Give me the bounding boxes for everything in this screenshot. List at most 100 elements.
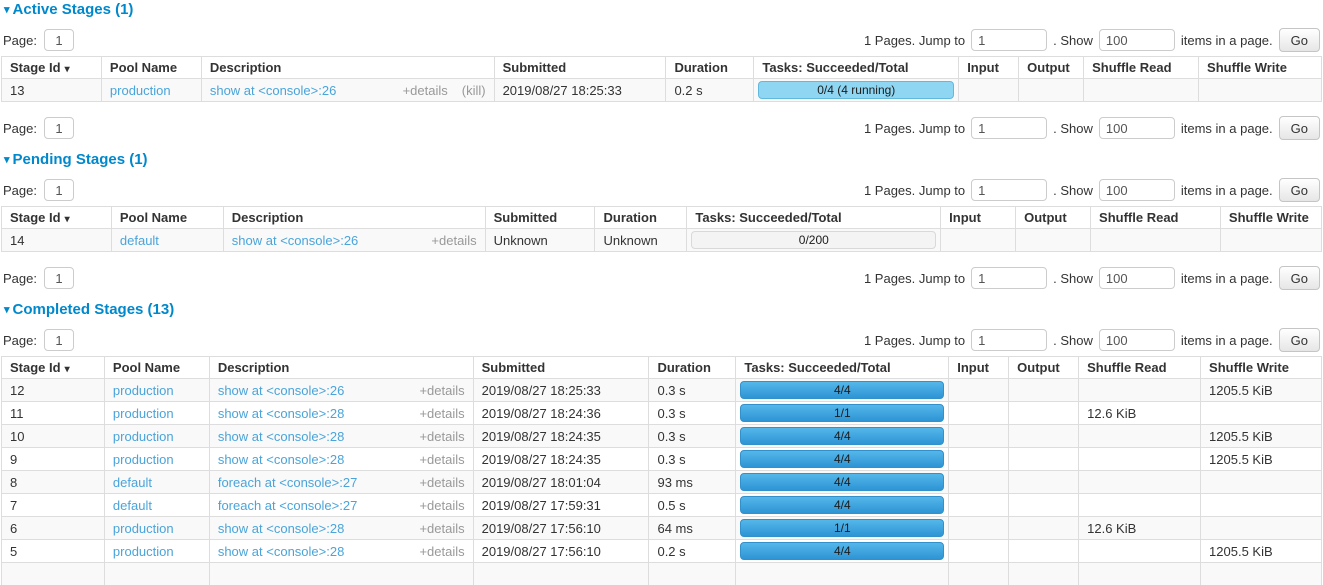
details-toggle[interactable]: +details [419, 406, 464, 421]
go-button[interactable]: Go [1279, 266, 1320, 290]
items-per-page-input[interactable] [1099, 267, 1175, 289]
go-button[interactable]: Go [1279, 28, 1320, 52]
page-number-input[interactable] [44, 117, 74, 139]
column-header-description[interactable]: Description [223, 207, 485, 229]
column-header-output[interactable]: Output [1019, 57, 1084, 79]
column-header-tasks-progress[interactable]: Tasks: Succeeded/Total [687, 207, 941, 229]
details-toggle[interactable]: +details [419, 521, 464, 536]
pool-name-link[interactable]: production [113, 544, 174, 559]
column-header-input[interactable]: Input [959, 57, 1019, 79]
details-toggle[interactable]: +details [431, 233, 476, 248]
description-link[interactable]: show at <console>:28 [218, 406, 344, 421]
column-header-shuffle-read[interactable]: Shuffle Read [1091, 207, 1221, 229]
kill-link[interactable]: (kill) [462, 83, 486, 98]
column-header-tasks-progress[interactable]: Tasks: Succeeded/Total [736, 357, 949, 379]
description-link[interactable]: show at <console>:28 [218, 521, 344, 536]
column-header-shuffle-read[interactable]: Shuffle Read [1084, 57, 1199, 79]
details-toggle[interactable]: +details [419, 544, 464, 559]
description-link[interactable]: show at <console>:28 [218, 544, 344, 559]
description-link[interactable]: show at <console>:28 [218, 429, 344, 444]
show-label: . Show [1053, 271, 1093, 286]
pool-name-link[interactable]: production [113, 406, 174, 421]
column-header-submitted[interactable]: Submitted [473, 357, 649, 379]
column-header-stage-id[interactable]: Stage Id▾ [2, 207, 112, 229]
pool-name-link[interactable]: default [120, 233, 159, 248]
shuffle-write-cell: 1205.5 KiB [1201, 425, 1322, 448]
description-link[interactable]: foreach at <console>:27 [218, 498, 358, 513]
stage-id-cell: 5 [2, 540, 105, 563]
details-toggle[interactable]: +details [419, 452, 464, 467]
section-header-completed-stages[interactable]: ▾Completed Stages (13) [4, 302, 1322, 318]
page-number-input[interactable] [44, 267, 74, 289]
description-link[interactable]: show at <console>:28 [218, 452, 344, 467]
column-header-submitted[interactable]: Submitted [494, 57, 666, 79]
page-number-input[interactable] [44, 329, 74, 351]
column-header-tasks-progress[interactable]: Tasks: Succeeded/Total [754, 57, 959, 79]
pool-name-link[interactable]: production [113, 383, 174, 398]
page-number-input[interactable] [44, 179, 74, 201]
pool-name-link[interactable]: production [110, 83, 171, 98]
items-per-page-input[interactable] [1099, 329, 1175, 351]
column-header-shuffle-write[interactable]: Shuffle Write [1220, 207, 1321, 229]
column-header-label: Shuffle Write [1207, 60, 1287, 75]
shuffle-read-cell [1079, 540, 1201, 563]
column-header-output[interactable]: Output [1009, 357, 1079, 379]
column-header-submitted[interactable]: Submitted [485, 207, 595, 229]
description-link[interactable]: show at <console>:26 [210, 83, 336, 98]
column-header-shuffle-write[interactable]: Shuffle Write [1199, 57, 1322, 79]
column-header-input[interactable]: Input [949, 357, 1009, 379]
column-header-pool-name[interactable]: Pool Name [111, 207, 223, 229]
table-header-row: Stage Id▾Pool NameDescriptionSubmittedDu… [2, 207, 1322, 229]
items-per-page-input[interactable] [1099, 117, 1175, 139]
column-header-shuffle-read[interactable]: Shuffle Read [1079, 357, 1201, 379]
description-link[interactable]: show at <console>:26 [232, 233, 358, 248]
column-header-description[interactable]: Description [201, 57, 494, 79]
section-header-active-stages[interactable]: ▾Active Stages (1) [4, 2, 1322, 18]
pool-name-link[interactable]: production [113, 521, 174, 536]
items-per-page-input[interactable] [1099, 179, 1175, 201]
pool-name-link[interactable]: default [113, 498, 152, 513]
page-number-input[interactable] [44, 29, 74, 51]
description-link[interactable]: foreach at <console>:27 [218, 475, 358, 490]
details-toggle[interactable]: +details [403, 83, 448, 98]
jump-to-page-input[interactable] [971, 267, 1047, 289]
details-toggle[interactable]: +details [419, 475, 464, 490]
items-per-page-input[interactable] [1099, 29, 1175, 51]
section-header-pending-stages[interactable]: ▾Pending Stages (1) [4, 152, 1322, 168]
go-button[interactable]: Go [1279, 328, 1320, 352]
column-header-duration[interactable]: Duration [649, 357, 736, 379]
pool-name-link[interactable]: production [113, 429, 174, 444]
column-header-pool-name[interactable]: Pool Name [101, 57, 201, 79]
go-button[interactable]: Go [1279, 178, 1320, 202]
jump-to-page-input[interactable] [971, 179, 1047, 201]
column-header-duration[interactable]: Duration [666, 57, 754, 79]
description-link[interactable]: show at <console>:26 [218, 383, 344, 398]
sort-descending-icon: ▾ [65, 214, 70, 225]
pool-name-link[interactable]: production [113, 452, 174, 467]
pool-name-link[interactable]: default [113, 475, 152, 490]
details-toggle[interactable]: +details [419, 429, 464, 444]
column-header-stage-id[interactable]: Stage Id▾ [2, 357, 105, 379]
column-header-duration[interactable]: Duration [595, 207, 687, 229]
column-header-input[interactable]: Input [941, 207, 1016, 229]
duration-cell: 64 ms [649, 517, 736, 540]
description-content: show at <console>:28 +details [218, 521, 465, 536]
details-toggle[interactable]: +details [419, 383, 464, 398]
tasks-progress-label: 1/1 [741, 520, 943, 536]
pages-info-label: 1 Pages. Jump to [864, 333, 965, 348]
jump-to-page-input[interactable] [971, 117, 1047, 139]
pagination-row: Page: 1 Pages. Jump to . Show items in a… [3, 178, 1320, 202]
column-header-shuffle-write[interactable]: Shuffle Write [1201, 357, 1322, 379]
jump-to-page-input[interactable] [971, 29, 1047, 51]
column-header-stage-id[interactable]: Stage Id▾ [2, 57, 102, 79]
description-content: show at <console>:26 +details (kill) [210, 83, 486, 98]
column-header-output[interactable]: Output [1016, 207, 1091, 229]
column-header-pool-name[interactable]: Pool Name [104, 357, 209, 379]
details-toggle[interactable]: +details [419, 498, 464, 513]
description-cell: show at <console>:28 +details [209, 448, 473, 471]
items-label: items in a page. [1181, 33, 1273, 48]
column-header-description[interactable]: Description [209, 357, 473, 379]
go-button[interactable]: Go [1279, 116, 1320, 140]
submitted-cell: 2019/08/27 17:56:10 [473, 540, 649, 563]
jump-to-page-input[interactable] [971, 329, 1047, 351]
